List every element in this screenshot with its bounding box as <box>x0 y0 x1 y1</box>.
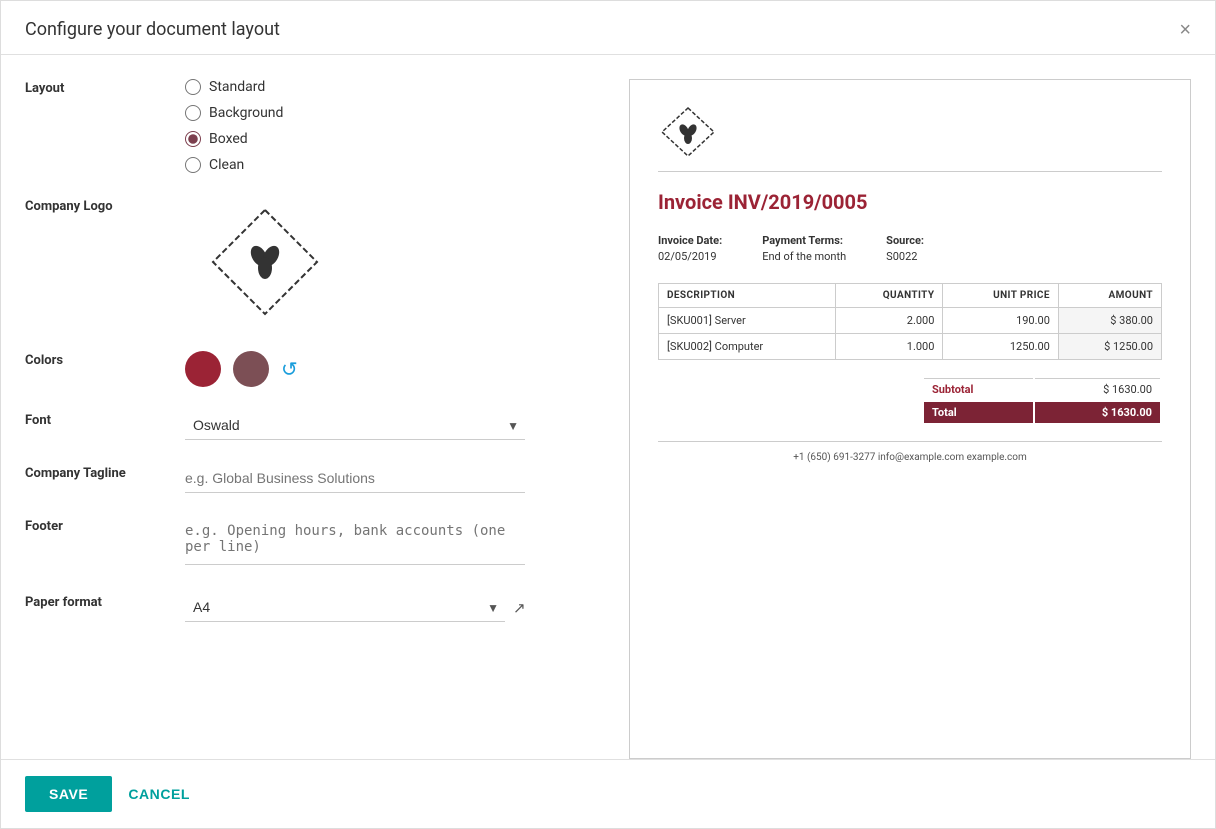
form-panel: Layout Standard Background B <box>25 79 605 759</box>
subtotal-row: Subtotal $ 1630.00 <box>924 378 1160 400</box>
source-label: Source: <box>886 234 924 247</box>
font-select[interactable]: Oswald Roboto Lato Open Sans <box>185 411 525 440</box>
row1-unit: 190.00 <box>943 308 1058 334</box>
layout-label: Layout <box>25 79 185 96</box>
invoice-date-value: 02/05/2019 <box>658 250 717 263</box>
company-tagline-row: Company Tagline <box>25 464 605 493</box>
preview-panel: Invoice INV/2019/0005 Invoice Date: 02/0… <box>629 79 1191 759</box>
table-header-quantity: QUANTITY <box>836 284 943 308</box>
dialog-title: Configure your document layout <box>25 19 280 40</box>
layout-label-standard: Standard <box>209 79 265 95</box>
company-logo-row: Company Logo <box>25 197 605 327</box>
preview-totals: Subtotal $ 1630.00 Total $ 1630.00 <box>658 376 1162 425</box>
preview-logo-row <box>658 104 1162 159</box>
invoice-date-label: Invoice Date: <box>658 234 722 247</box>
table-row: [SKU002] Computer 1.000 1250.00 $ 1250.0… <box>659 334 1162 360</box>
row2-unit: 1250.00 <box>943 334 1058 360</box>
preview-meta-row: Invoice Date: 02/05/2019 Payment Terms: … <box>658 234 1162 263</box>
preview-footer-divider <box>658 441 1162 442</box>
preview-footer: +1 (650) 691-3277 info@example.com examp… <box>658 452 1162 463</box>
table-header-amount: AMOUNT <box>1058 284 1161 308</box>
company-tagline-content <box>185 464 605 493</box>
dialog-footer: SAVE CANCEL <box>1 759 1215 828</box>
payment-terms-label: Payment Terms: <box>762 234 846 247</box>
layout-radio-background[interactable] <box>185 105 201 121</box>
layout-radio-group: Standard Background Boxed Clean <box>185 79 605 173</box>
paper-select-wrap: A4 Letter Legal ▼ <box>185 593 505 622</box>
total-value: $ 1630.00 <box>1035 402 1160 423</box>
footer-row: Footer <box>25 517 605 569</box>
table-header-description: DESCRIPTION <box>659 284 836 308</box>
subtotal-label: Subtotal <box>924 378 1033 400</box>
cancel-button[interactable]: CANCEL <box>128 786 190 802</box>
preview-logo-svg <box>658 104 718 159</box>
colors-label: Colors <box>25 351 185 368</box>
preview-table: DESCRIPTION QUANTITY UNIT PRICE AMOUNT [… <box>658 283 1162 360</box>
color-reset-button[interactable]: ↺ <box>281 357 298 382</box>
preview-payment-terms: Payment Terms: End of the month <box>762 234 846 263</box>
total-label: Total <box>924 402 1033 423</box>
footer-input[interactable] <box>185 517 525 565</box>
row2-qty: 1.000 <box>836 334 943 360</box>
row1-desc: [SKU001] Server <box>659 308 836 334</box>
layout-option-background[interactable]: Background <box>185 105 605 121</box>
layout-radio-clean[interactable] <box>185 157 201 173</box>
source-value: S0022 <box>886 250 917 263</box>
close-button[interactable]: × <box>1179 20 1191 40</box>
layout-radio-standard[interactable] <box>185 79 201 95</box>
preview-source: Source: S0022 <box>886 234 924 263</box>
layout-option-clean[interactable]: Clean <box>185 157 605 173</box>
totals-table: Subtotal $ 1630.00 Total $ 1630.00 <box>922 376 1162 425</box>
subtotal-value: $ 1630.00 <box>1035 378 1160 400</box>
configure-layout-dialog: Configure your document layout × Layout … <box>0 0 1216 829</box>
paper-format-control-row: A4 Letter Legal ▼ ↗ <box>185 593 605 622</box>
colors-content: ↺ <box>185 351 605 387</box>
layout-options: Standard Background Boxed Clean <box>185 79 605 173</box>
row2-desc: [SKU002] Computer <box>659 334 836 360</box>
font-select-wrap: Oswald Roboto Lato Open Sans ▼ <box>185 411 525 440</box>
layout-label-clean: Clean <box>209 157 244 173</box>
total-row: Total $ 1630.00 <box>924 402 1160 423</box>
preview-top-divider <box>658 171 1162 172</box>
row2-amount: $ 1250.00 <box>1058 334 1161 360</box>
save-button[interactable]: SAVE <box>25 776 112 812</box>
font-content: Oswald Roboto Lato Open Sans ▼ <box>185 411 605 440</box>
dialog-header: Configure your document layout × <box>1 1 1215 55</box>
paper-format-select[interactable]: A4 Letter Legal <box>185 593 505 622</box>
paper-format-external-link-button[interactable]: ↗ <box>513 599 526 617</box>
layout-radio-boxed[interactable] <box>185 131 201 147</box>
footer-label: Footer <box>25 517 185 534</box>
font-row: Font Oswald Roboto Lato Open Sans ▼ <box>25 411 605 440</box>
table-header-unit-price: UNIT PRICE <box>943 284 1058 308</box>
layout-row: Layout Standard Background B <box>25 79 605 173</box>
payment-terms-value: End of the month <box>762 250 846 263</box>
colors-row: Colors ↺ <box>25 351 605 387</box>
dialog-body: Layout Standard Background B <box>1 55 1215 759</box>
font-label: Font <box>25 411 185 428</box>
layout-label-boxed: Boxed <box>209 131 248 147</box>
paper-format-row: Paper format A4 Letter Legal ▼ ↗ <box>25 593 605 622</box>
company-tagline-input[interactable] <box>185 464 525 493</box>
company-tagline-label: Company Tagline <box>25 464 185 481</box>
row1-amount: $ 380.00 <box>1058 308 1161 334</box>
table-row: [SKU001] Server 2.000 190.00 $ 380.00 <box>659 308 1162 334</box>
layout-option-boxed[interactable]: Boxed <box>185 131 605 147</box>
preview-invoice-title: Invoice INV/2019/0005 <box>658 190 1162 214</box>
colors-picker-row: ↺ <box>185 351 605 387</box>
layout-label-background: Background <box>209 105 283 121</box>
company-logo-svg <box>205 202 325 322</box>
company-logo-content <box>185 197 605 327</box>
row1-qty: 2.000 <box>836 308 943 334</box>
company-logo-label: Company Logo <box>25 197 185 214</box>
preview-invoice-date: Invoice Date: 02/05/2019 <box>658 234 722 263</box>
paper-format-label: Paper format <box>25 593 185 610</box>
paper-format-content: A4 Letter Legal ▼ ↗ <box>185 593 605 622</box>
footer-content <box>185 517 605 569</box>
layout-option-standard[interactable]: Standard <box>185 79 605 95</box>
color1-picker[interactable] <box>185 351 221 387</box>
logo-area <box>185 197 345 327</box>
color2-picker[interactable] <box>233 351 269 387</box>
